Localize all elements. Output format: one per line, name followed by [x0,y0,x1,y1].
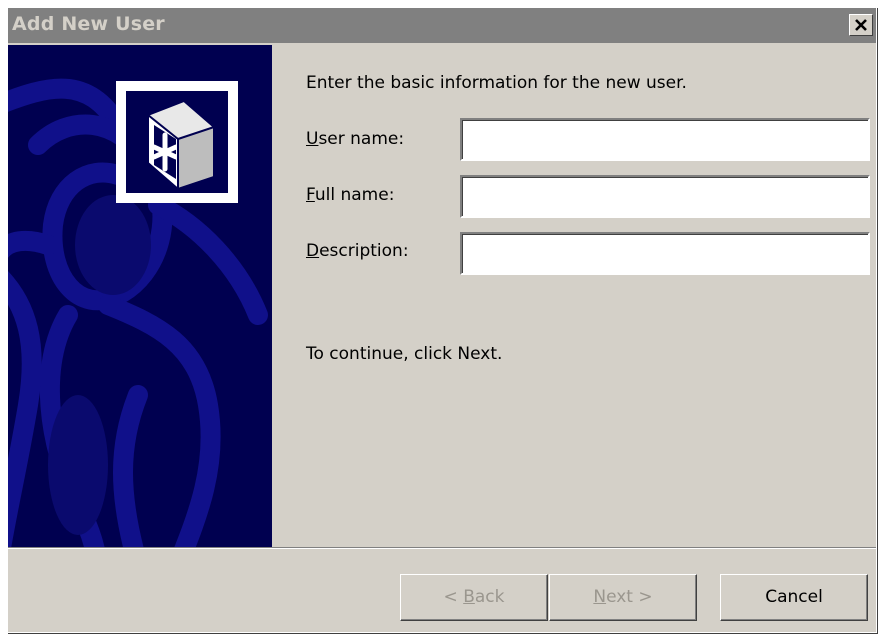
wizard-content: Enter the basic information for the new … [272,45,876,547]
back-button-label: ack [474,587,505,607]
add-new-user-dialog: Add New User Enter the basic information… [7,7,877,633]
next-button-label: ext > [606,587,653,607]
user-wizard-icon [147,99,215,191]
user-name-label-text: ser name: [318,129,405,149]
full-name-access-key: F [306,185,315,205]
next-access-key: N [593,587,607,607]
description-label: Description: [306,241,409,261]
title-bar[interactable]: Add New User [8,8,876,43]
footer-separator [8,547,876,549]
wizard-logo-frame [116,81,238,203]
description-input[interactable] [460,232,870,275]
cancel-button[interactable]: Cancel [720,574,868,621]
back-button-prefix: < [443,587,464,607]
window-title: Add New User [12,13,165,35]
full-name-input[interactable] [460,175,870,218]
full-name-label-text: ull name: [314,185,395,205]
continue-instruction: To continue, click Next. [306,344,503,364]
description-label-text: escription: [319,241,409,261]
back-button[interactable]: < Back [400,574,548,621]
description-access-key: D [306,241,320,261]
close-icon [855,19,867,31]
next-button[interactable]: Next > [549,574,697,621]
close-button[interactable] [849,14,873,36]
back-access-key: B [463,587,475,607]
full-name-label: Full name: [306,185,394,205]
wizard-sidebar-graphic [8,45,272,547]
user-name-input[interactable] [460,118,870,161]
user-name-label: User name: [306,129,404,149]
logo-background [126,91,228,193]
user-name-access-key: U [306,129,319,149]
intro-text: Enter the basic information for the new … [306,73,687,93]
